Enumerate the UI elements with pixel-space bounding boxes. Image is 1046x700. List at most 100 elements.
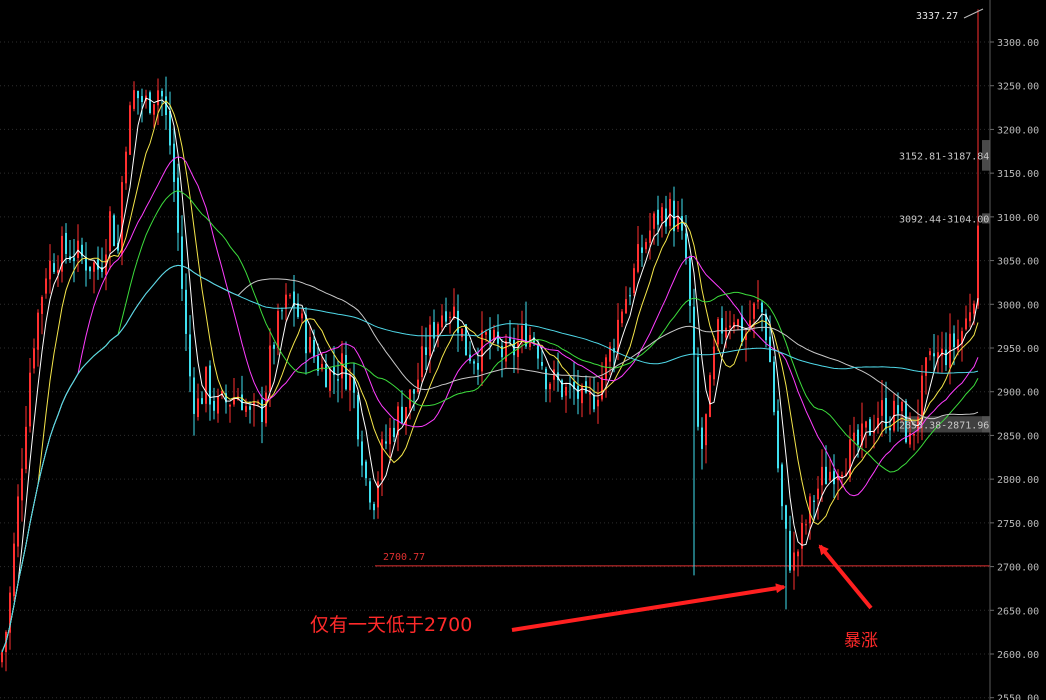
candle-body (593, 394, 595, 410)
candle-body (89, 266, 91, 272)
candle-body (625, 299, 627, 314)
candle-body (653, 213, 655, 229)
candle-body (677, 216, 679, 230)
candle-body (577, 385, 579, 399)
candle-body (149, 92, 151, 113)
candle-body (201, 398, 203, 404)
y-tick-label: 3250.00 (997, 82, 1039, 93)
candle-body (265, 392, 267, 424)
y-tick-label: 3150.00 (997, 169, 1039, 180)
candle-body (161, 91, 163, 97)
candle-body (833, 471, 835, 485)
candle-body (133, 90, 135, 109)
y-tick-label: 2550.00 (997, 694, 1039, 700)
candle-body (73, 257, 75, 262)
candle-body (641, 247, 643, 253)
candle-body (461, 328, 463, 338)
candle-body (125, 151, 127, 184)
candle-body (441, 315, 443, 328)
candle-body (393, 427, 395, 437)
candle-body (53, 263, 55, 273)
candle-body (357, 394, 359, 440)
zone-label: 2853.38-2871.96 (899, 420, 989, 431)
candle-body (953, 333, 955, 347)
candle-body (181, 236, 183, 289)
candle-body (541, 362, 543, 366)
candle-body (829, 471, 831, 481)
candle-body (637, 244, 639, 272)
candle-body (705, 414, 707, 446)
candle-body (141, 96, 143, 102)
candle-body (597, 399, 599, 407)
candle-body (685, 233, 687, 259)
candle-body (169, 110, 171, 146)
candle-body (825, 466, 827, 485)
zone-label: 3092.44-3104.00 (899, 214, 989, 225)
candle-body (885, 398, 887, 429)
candle-body (737, 319, 739, 326)
candle-body (777, 410, 779, 469)
candle-body (37, 312, 39, 350)
candle-body (325, 364, 327, 388)
candle-body (485, 332, 487, 335)
candle-body (29, 372, 31, 427)
candle-body (965, 318, 967, 330)
candle-body (77, 240, 79, 258)
candle-body (17, 496, 19, 547)
candle-body (473, 361, 475, 364)
y-tick-label: 2650.00 (997, 606, 1039, 617)
candle-body (301, 313, 303, 319)
level-label: 2700.77 (383, 552, 425, 563)
candle-body (429, 324, 431, 356)
y-tick-label: 3000.00 (997, 300, 1039, 311)
candle-body (445, 311, 447, 322)
candle-body (697, 357, 699, 427)
candle-body (285, 294, 287, 309)
candle-body (701, 427, 703, 449)
price-zones (900, 140, 990, 433)
candle-body (249, 406, 251, 410)
candle-body (805, 524, 807, 526)
candle-body (537, 345, 539, 359)
candle-body (681, 216, 683, 231)
candle-body (913, 433, 915, 436)
low-note-arrow (511, 583, 786, 632)
candle-body (453, 306, 455, 318)
candle-body (289, 295, 291, 297)
candle-body (373, 504, 375, 511)
candle-body (281, 310, 283, 312)
candle-body (365, 461, 367, 479)
candle-body (313, 340, 315, 357)
candle-body (545, 368, 547, 390)
candle-body (369, 481, 371, 503)
candle-body (329, 368, 331, 391)
candle-body (277, 310, 279, 348)
candle-body (65, 232, 67, 254)
candle-body (137, 90, 139, 99)
y-tick-label: 2600.00 (997, 650, 1039, 661)
candle-body (581, 385, 583, 404)
candle-body (49, 260, 51, 280)
ma-line-30 (1, 190, 979, 653)
y-tick-label: 3100.00 (997, 213, 1039, 224)
candle-body (401, 406, 403, 424)
candles (1, 9, 979, 672)
candle-body (669, 198, 671, 226)
candle-body (821, 466, 823, 486)
candle-body (757, 300, 759, 302)
candle-body (629, 295, 631, 297)
candle-body (753, 303, 755, 319)
candle-body (781, 464, 783, 507)
candle-body (385, 441, 387, 444)
candle-body (189, 334, 191, 377)
candle-body (477, 363, 479, 370)
y-tick-label: 2800.00 (997, 475, 1039, 486)
candle-body (93, 262, 95, 272)
candle-body (797, 551, 799, 557)
candle-body (773, 361, 775, 413)
candle-body (217, 396, 219, 414)
candle-body (793, 552, 795, 571)
y-tick-label: 3200.00 (997, 125, 1039, 136)
ma-line-20 (1, 156, 979, 653)
candle-body (113, 215, 115, 246)
